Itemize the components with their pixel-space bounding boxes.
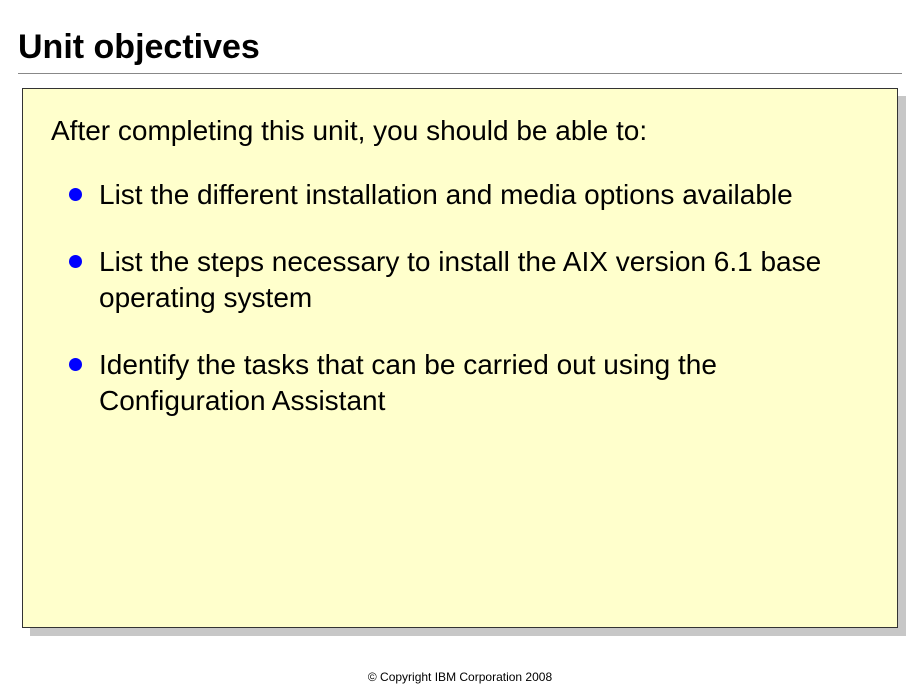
bullet-item: List the steps necessary to install the …: [69, 244, 869, 317]
copyright-footer: © Copyright IBM Corporation 2008: [0, 670, 920, 684]
content-box: After completing this unit, you should b…: [22, 88, 898, 628]
slide-container: Unit objectives After completing this un…: [0, 0, 920, 690]
bullet-list: List the different installation and medi…: [51, 177, 869, 419]
bullet-item: List the different installation and medi…: [69, 177, 869, 213]
content-box-wrapper: After completing this unit, you should b…: [22, 88, 898, 628]
intro-text: After completing this unit, you should b…: [51, 113, 869, 149]
bullet-item: Identify the tasks that can be carried o…: [69, 347, 869, 420]
slide-title: Unit objectives: [18, 28, 902, 74]
